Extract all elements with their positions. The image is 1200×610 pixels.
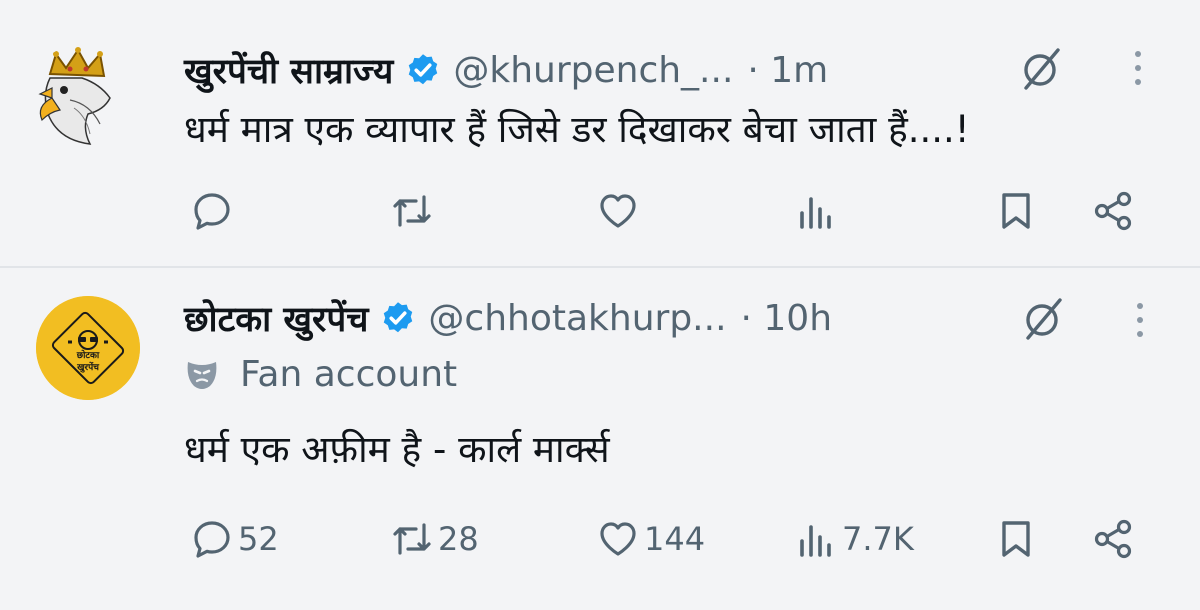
bookmark-button[interactable] (994, 514, 1038, 564)
like-button[interactable]: 144 (596, 514, 705, 564)
tweet-text: धर्म मात्र एक व्यापार हैं जिसे डर दिखाकर… (184, 108, 970, 151)
like-button[interactable] (596, 186, 644, 236)
more-icon[interactable] (1132, 48, 1144, 88)
retweet-button[interactable]: 28 (390, 514, 479, 564)
action-bar (0, 186, 1200, 236)
tweet[interactable]: खुरपेंची साम्राज्य @khurpench_... · 1m ध… (0, 0, 1200, 266)
verified-badge-icon[interactable] (380, 300, 416, 336)
reply-button[interactable] (190, 186, 238, 236)
fan-account-label: Fan account (184, 354, 457, 395)
avatar-text: छोटका (76, 349, 100, 361)
views-icon (800, 525, 831, 557)
more-icon[interactable] (1134, 300, 1146, 340)
fan-account-text: Fan account (240, 354, 458, 395)
bookmark-button[interactable] (994, 186, 1038, 236)
grok-icon[interactable] (1018, 46, 1064, 92)
display-name[interactable]: छोटका खुरपेंच (184, 295, 368, 342)
display-name[interactable]: खुरपेंची साम्राज्य (184, 47, 393, 94)
tweet-header: खुरपेंची साम्राज्य @khurpench_... · 1m (184, 42, 828, 98)
views-icon (800, 197, 831, 229)
action-bar: 52 28 144 7.7K (0, 514, 1200, 564)
reply-count: 52 (238, 520, 279, 558)
timestamp[interactable]: · 10h (741, 298, 833, 339)
like-icon (600, 194, 636, 228)
bookmark-icon (1002, 521, 1030, 557)
avatar[interactable]: छोटका खुरपेंच (36, 296, 140, 400)
handle[interactable]: @chhotakhurp... (428, 298, 726, 339)
share-icon (1094, 191, 1132, 231)
bookmark-icon (1002, 193, 1030, 229)
tweet-header: छोटका खुरपेंच @chhotakhurp... · 10h (184, 290, 832, 346)
views-count: 7.7K (842, 520, 914, 558)
views-button[interactable]: 7.7K (794, 514, 914, 564)
share-button[interactable] (1092, 514, 1136, 564)
reply-icon (194, 193, 230, 230)
like-count: 144 (644, 520, 706, 558)
chhotka-khurpench-logo: छोटका खुरपेंच (36, 296, 140, 400)
tweet-text: धर्म एक अफ़ीम है - कार्ल मार्क्स (184, 428, 610, 471)
retweet-icon (393, 523, 431, 555)
views-button[interactable] (794, 186, 842, 236)
retweet-button[interactable] (390, 186, 438, 236)
handle[interactable]: @khurpench_... (453, 50, 733, 91)
avatar[interactable] (30, 44, 134, 148)
reply-button[interactable]: 52 (190, 514, 279, 564)
retweet-icon (393, 195, 431, 227)
eagle-crown-logo (38, 47, 111, 145)
share-icon (1094, 519, 1132, 559)
timestamp[interactable]: · 1m (747, 50, 828, 91)
share-button[interactable] (1092, 186, 1136, 236)
verified-badge-icon[interactable] (405, 52, 441, 88)
grok-icon[interactable] (1020, 296, 1066, 342)
tweet[interactable]: छोटका खुरपेंच छोटका खुरपेंच @chhotakhurp… (0, 268, 1200, 610)
retweet-count: 28 (438, 520, 479, 558)
like-icon (600, 522, 636, 556)
reply-icon (194, 521, 230, 558)
avatar-text: खुरपेंच (76, 361, 100, 373)
fan-mask-icon (184, 358, 220, 392)
